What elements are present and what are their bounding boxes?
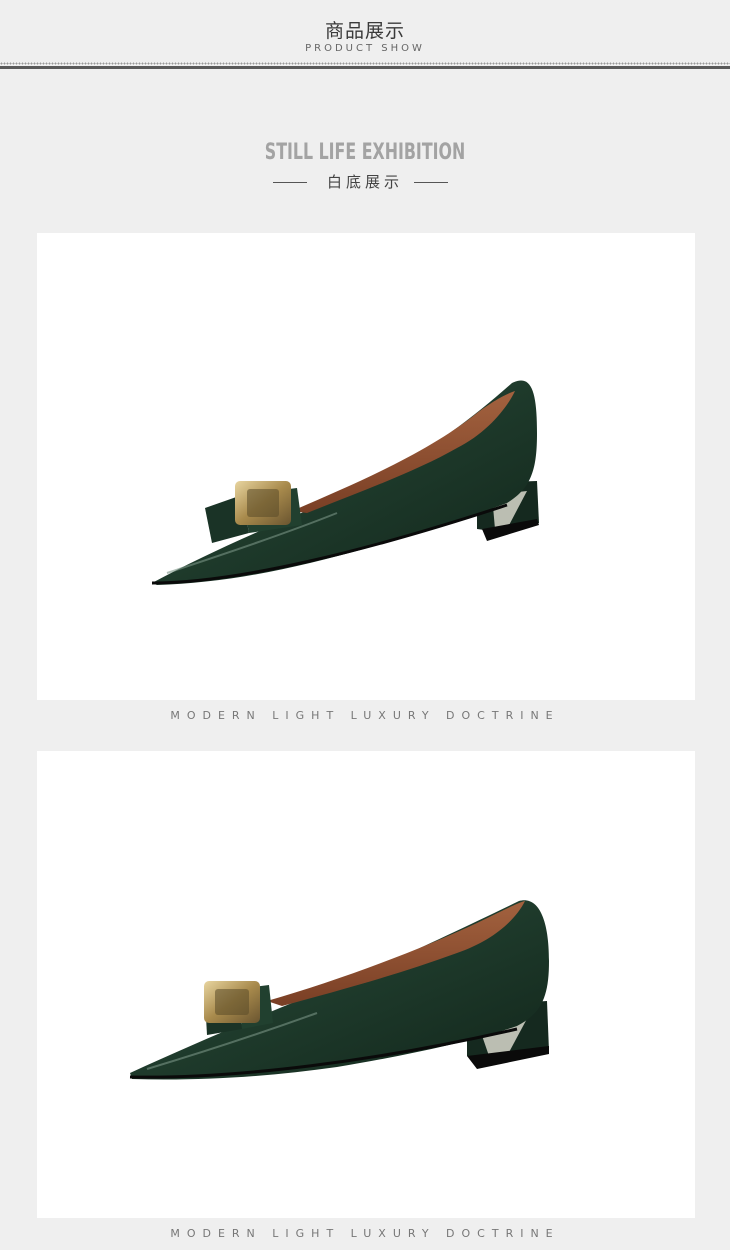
product-image-panel-1 [37,233,695,700]
product-image-panel-2 [37,751,695,1218]
section-title: STILL LIFE EXHIBITION [264,140,466,165]
header-solid-bar [0,66,730,69]
subtitle-left-rule [273,182,307,183]
shoe-image-2 [129,900,549,1080]
subtitle-right-rule [414,182,448,183]
header-title-en: PRODUCT SHOW [305,43,425,54]
section-subtitle-label: 白底展示 [326,173,403,191]
panel-caption-2: MODERN LIGHT LUXURY DOCTRINE [170,1227,560,1240]
header-divider [0,62,730,70]
page-header: 商品展示 PRODUCT SHOW [0,0,730,62]
panel-caption-1: MODERN LIGHT LUXURY DOCTRINE [170,709,560,722]
shoe-image-1 [151,380,539,585]
header-title-cn: 商品展示 [324,20,405,42]
header-dotted-line [0,62,730,65]
section-subtitle: 白底展示 [0,172,730,192]
